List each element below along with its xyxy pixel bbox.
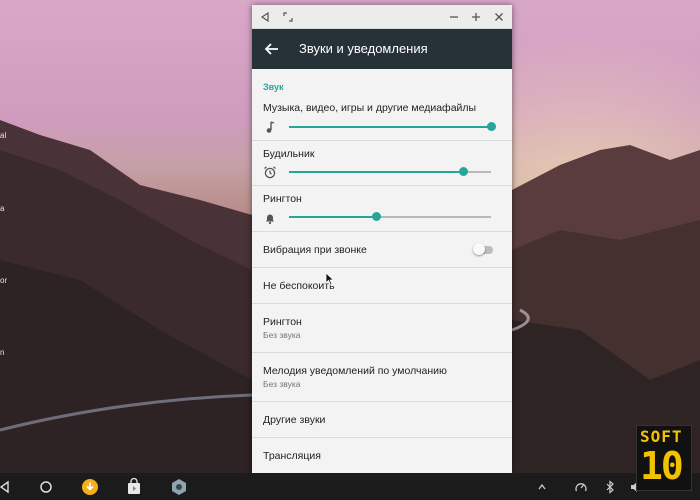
store-app-icon[interactable] [124,477,144,497]
watermark-line2: 10 [640,444,684,488]
resize-icon[interactable] [279,8,297,26]
vibrate-row[interactable]: Вибрация при звонке [252,232,512,267]
close-icon[interactable] [490,8,508,26]
taskbar [0,473,700,500]
do-not-disturb-label: Не беспокоить [263,280,335,292]
window-titlebar[interactable] [252,5,512,29]
download-app-icon[interactable] [80,477,100,497]
media-volume-slider[interactable] [289,122,496,132]
cast-label: Трансляция [263,450,321,462]
slider-thumb[interactable] [486,122,496,131]
alarm-volume-label: Будильник [263,148,315,160]
bluetooth-icon[interactable] [603,477,617,497]
desktop-icon-label[interactable]: al [0,131,6,140]
desktop-icon-label[interactable]: n [0,348,4,357]
app-bar: Звуки и уведомления [252,29,512,69]
vibrate-label: Вибрация при звонке [263,244,367,256]
ringtone-volume-slider[interactable] [289,212,491,222]
notification-sound-row[interactable]: Мелодия уведомлений по умолчанию Без зву… [252,353,512,401]
maximize-icon[interactable] [467,8,485,26]
media-volume-row: Музыка, видео, игры и другие медиафайлы [252,95,512,141]
cast-row[interactable]: Трансляция [252,438,512,473]
performance-icon[interactable] [573,477,589,497]
sound-settings-window: Звуки и уведомления Звук Музыка, видео, … [252,5,512,473]
ringtone-volume-label: Рингтон [263,193,302,205]
desktop-icon-label[interactable]: a [0,204,4,213]
back-triangle-icon[interactable] [256,8,274,26]
ringtone-label: Рингтон [263,316,302,328]
alarm-clock-icon [263,165,277,179]
media-volume-label: Музыка, видео, игры и другие медиафайлы [263,102,477,114]
notification-sound-label: Мелодия уведомлений по умолчанию [263,365,447,377]
back-icon[interactable] [0,477,12,497]
notification-sound-value: Без звука [263,379,301,389]
other-sounds-row[interactable]: Другие звуки [252,402,512,437]
other-sounds-label: Другие звуки [263,414,326,426]
alarm-volume-slider[interactable] [289,167,491,177]
mouse-cursor-icon [325,272,335,286]
bell-icon [263,211,277,225]
home-icon[interactable] [36,477,56,497]
ringtone-row[interactable]: Рингтон Без звука [252,304,512,352]
slider-thumb[interactable] [371,212,381,221]
soft10-watermark-logo: SOFT 10 [636,425,692,491]
music-note-icon [263,120,277,134]
slider-thumb[interactable] [458,167,468,176]
section-header-sound: Звук [263,82,284,92]
desktop-icon-label[interactable]: or [0,276,7,285]
do-not-disturb-row[interactable]: Не беспокоить [252,268,512,303]
minimize-icon[interactable] [445,8,463,26]
page-title: Звуки и уведомления [299,41,428,56]
ringtone-value: Без звука [263,330,301,340]
back-arrow-icon[interactable] [262,39,282,59]
settings-app-icon[interactable] [169,477,189,497]
ringtone-volume-row: Рингтон [252,186,512,232]
chevron-up-icon[interactable] [535,477,549,497]
alarm-volume-row: Будильник [252,141,512,186]
vibrate-toggle[interactable] [473,243,495,257]
settings-list: Звук Музыка, видео, игры и другие медиаф… [252,69,512,473]
